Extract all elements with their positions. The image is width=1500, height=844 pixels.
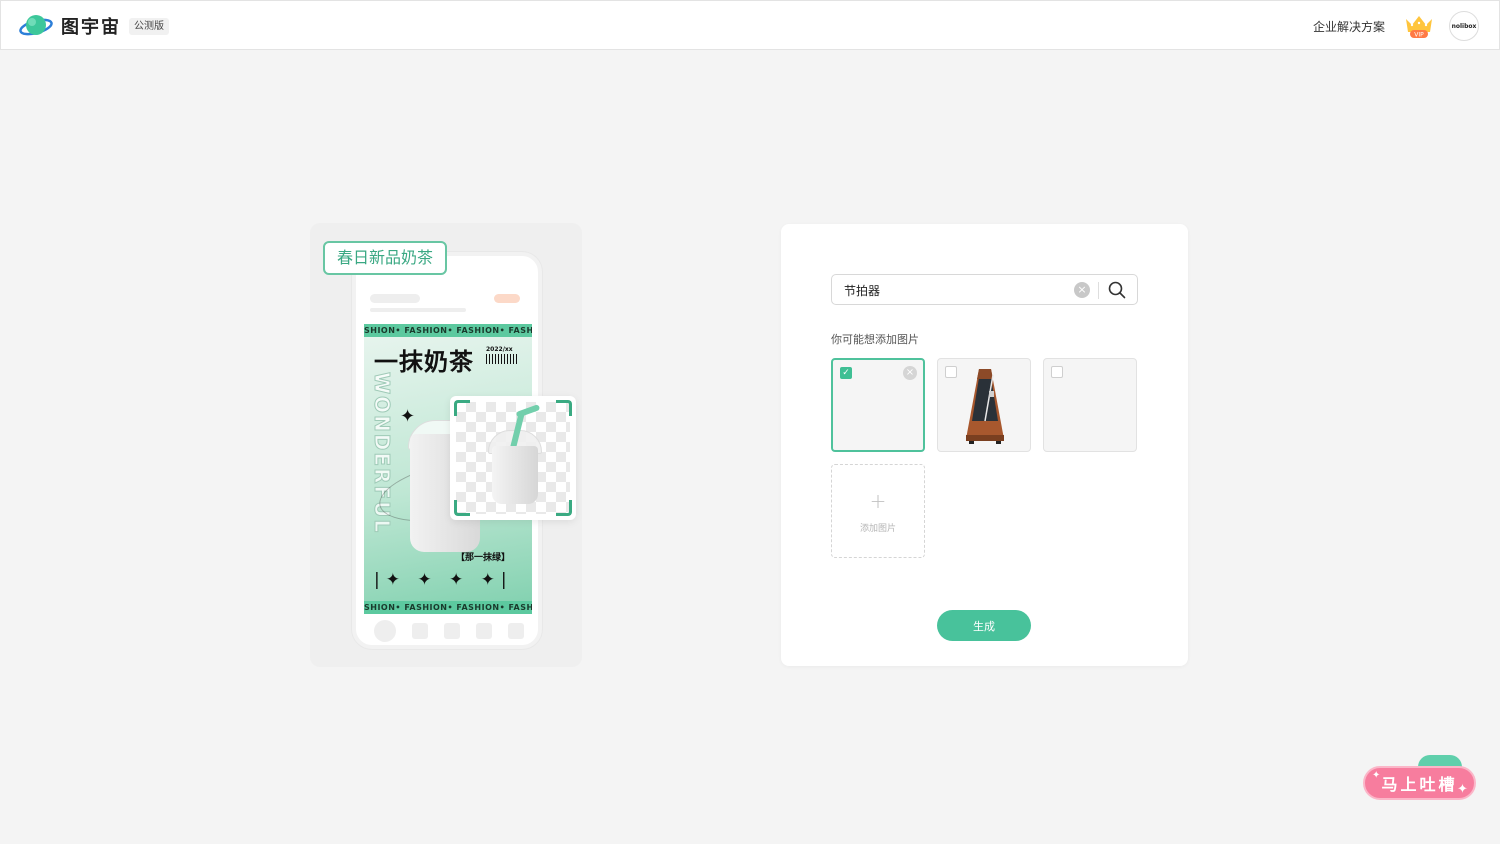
planet-logo-icon[interactable] <box>19 11 53 41</box>
suggestion-label: 你可能想添加图片 <box>831 333 919 346</box>
phone-placeholder-line <box>370 308 466 312</box>
sparkle-icon: ✦ <box>400 406 416 427</box>
crop-corner-bottom-left <box>454 500 470 516</box>
cutout-straw-top <box>515 404 541 418</box>
phone-placeholder-bar <box>370 294 420 303</box>
suggested-image-2[interactable] <box>937 358 1031 452</box>
phone-nav-item <box>412 623 428 639</box>
suggested-image-3[interactable] <box>1043 358 1137 452</box>
clear-icon[interactable]: × <box>1074 282 1090 298</box>
sparkle-icon: ✦ <box>1372 770 1381 781</box>
search-input[interactable] <box>844 279 1064 301</box>
add-image-label: 添加图片 <box>859 524 896 534</box>
phone-nav-item <box>508 623 524 639</box>
plus-icon: + <box>869 489 887 513</box>
image-checkbox[interactable] <box>1051 366 1063 378</box>
search-box: × <box>831 274 1138 305</box>
transparent-checkerboard <box>456 402 570 514</box>
phone-placeholder-pill <box>494 294 520 303</box>
logo-text[interactable]: 图宇宙 <box>61 13 121 39</box>
poster-stars-row: |✦ ✦ ✦ ✦| <box>374 570 513 590</box>
poster-ticker-top: SHION• FASHION• FASHION• FASHIC <box>364 324 532 337</box>
phone-nav-item <box>476 623 492 639</box>
suggested-image-1[interactable]: ✓ × <box>831 358 925 452</box>
image-checkbox-checked[interactable]: ✓ <box>840 367 852 379</box>
top-header: 图宇宙 公测版 企业解决方案 VIP nolibox <box>0 0 1500 50</box>
image-checkbox[interactable] <box>945 366 957 378</box>
enterprise-solutions-link[interactable]: 企业解决方案 <box>1313 18 1385 35</box>
crop-corner-bottom-right <box>556 500 572 516</box>
poster-ticker-bottom: SHION• FASHION• FASHION• FASHIC <box>364 601 532 614</box>
beta-badge: 公测版 <box>129 18 169 35</box>
user-avatar[interactable]: nolibox <box>1449 11 1479 41</box>
poster-slogan: 【那一抹绿】 <box>456 553 511 563</box>
search-divider <box>1098 282 1099 299</box>
image-search-panel: × 你可能想添加图片 ✓ × + 添加图片 生成 <box>781 224 1188 666</box>
phone-nav-item <box>444 623 460 639</box>
search-icon[interactable] <box>1108 281 1126 299</box>
barcode-graphic <box>486 354 518 364</box>
remove-image-icon[interactable]: × <box>903 366 917 380</box>
sparkle-icon: ✦ <box>1457 782 1468 797</box>
poster-year: 2022/xx <box>486 346 513 353</box>
feedback-label: 马上吐槽 <box>1381 775 1458 794</box>
cutout-preview-card <box>450 396 576 520</box>
crop-corner-top-left <box>454 400 470 416</box>
vip-crown-icon[interactable]: VIP <box>1403 13 1435 39</box>
add-image-button[interactable]: + 添加图片 <box>831 464 925 558</box>
poster-vertical-word: WONDERFUL <box>370 372 395 535</box>
generate-button[interactable]: 生成 <box>937 610 1031 641</box>
cutout-cup-graphic <box>492 446 538 504</box>
phone-nav-home <box>374 620 396 642</box>
metronome-image <box>966 369 1004 444</box>
showcase-tag-label: 春日新品奶茶 <box>323 241 447 275</box>
vip-label: VIP <box>1414 32 1424 39</box>
crop-corner-top-right <box>556 400 572 416</box>
